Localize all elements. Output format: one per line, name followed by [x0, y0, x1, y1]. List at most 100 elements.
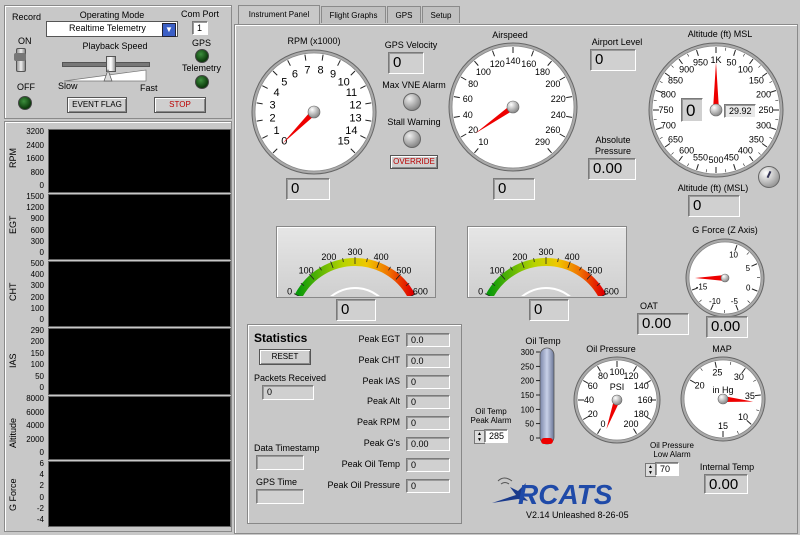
gauge-tick-label: 100 — [299, 265, 314, 275]
strip-tick-label: 0 — [39, 383, 44, 392]
strip-tick-label: 200 — [30, 337, 44, 347]
gauge-tick-label: 3 — [269, 99, 275, 111]
strip-name-label: EGT — [8, 215, 18, 234]
cht-value: 0 — [529, 299, 569, 321]
gauge-tick-label: 120 — [490, 59, 505, 69]
strip-tick-label: 0 — [39, 181, 44, 190]
reset-button[interactable]: RESET — [259, 349, 311, 365]
gauge-tick-label: 160 — [521, 59, 536, 69]
record-toggle-switch[interactable] — [14, 48, 26, 72]
gauge-tick-label: 8 — [318, 65, 324, 77]
gauge-tick-label: 11 — [346, 87, 357, 99]
gauge-tick-label: 10 — [729, 251, 738, 260]
com-port-value[interactable]: 1 — [192, 21, 208, 35]
oil-temp-title: Oil Temp — [525, 336, 561, 346]
gauge-tick-label: 290 — [535, 137, 550, 147]
peak-label: Peak Alt — [366, 396, 400, 407]
stall-warning-indicator — [403, 130, 421, 148]
peak-label: Peak IAS — [362, 375, 400, 386]
gauge-tick-label: 50 — [525, 420, 534, 429]
altitude-msl-label: Altitude (ft) (MSL) — [677, 183, 749, 193]
airspeed-title: Airspeed — [492, 30, 528, 40]
tab-gps[interactable]: GPS — [387, 6, 421, 23]
operating-mode-label: Operating Mode — [79, 10, 145, 20]
gauge-tick-label: 40 — [463, 110, 473, 120]
gps-time-value — [256, 489, 304, 504]
gauge-tick-label: 12 — [349, 99, 361, 111]
gauge-tick-label: 0 — [746, 283, 751, 292]
gauge-tick-label: 160 — [637, 395, 652, 405]
gauge-tick-label: 0 — [530, 434, 535, 443]
stop-button[interactable]: STOP — [154, 97, 206, 113]
baro-knob[interactable] — [758, 166, 780, 188]
tab-flight-graphs[interactable]: Flight Graphs — [321, 6, 386, 23]
gauge-tick-label: 9 — [330, 69, 336, 81]
oil-pressure-alarm-value[interactable]: 70 — [655, 462, 679, 476]
gauge-tick-label: 60 — [463, 94, 473, 104]
gauge-tick-label: 80 — [598, 371, 608, 381]
gauge-tick-label: 200 — [512, 252, 527, 262]
gauge-tick-label: 300 — [347, 247, 362, 257]
gauge-tick-label: 15 — [338, 136, 350, 148]
strip-tick-label: 3200 — [26, 127, 44, 136]
strip-tick-label: 1200 — [26, 203, 44, 213]
tab-instrument-panel[interactable]: Instrument Panel — [238, 5, 320, 24]
map-title: MAP — [712, 344, 732, 354]
chevron-down-icon[interactable]: ▼ — [162, 23, 176, 37]
record-off-label: OFF — [17, 82, 35, 92]
gauge-tick-label: 600 — [679, 145, 694, 155]
gauge-tick-label: 200 — [321, 252, 336, 262]
gauge-tick-label: 5 — [746, 264, 751, 273]
strip-tick-label: 300 — [30, 236, 44, 246]
brand-name: RCATS — [518, 479, 613, 510]
peak-value: 0 — [406, 395, 450, 410]
strip-tick-label: 800 — [30, 167, 44, 177]
gauge-tick-label: 1 — [274, 125, 280, 137]
gauge-tick-label: 200 — [756, 90, 771, 100]
playback-speed-slider[interactable] — [62, 52, 150, 82]
airport-level-label: Airport Level — [591, 37, 643, 47]
event-flag-button[interactable]: EVENT FLAG — [67, 97, 127, 113]
gauge-tick-label: 0 — [287, 286, 292, 296]
gauge-tick-label: 10 — [478, 137, 488, 147]
oil-temp-alarm-value[interactable]: 285 — [484, 429, 508, 443]
gauge-tick-label: 140 — [505, 56, 520, 66]
stall-warning-label: Stall Warning — [387, 117, 441, 127]
gauge-tick-label: 240 — [551, 110, 566, 120]
gauge-tick-label: 25 — [712, 368, 722, 378]
playback-speed-label: Playback Speed — [82, 41, 148, 51]
gauge-tick-label: 100 — [476, 67, 491, 77]
fast-label: Fast — [140, 83, 158, 93]
strip-tick-label: 1500 — [26, 192, 44, 201]
gauge-tick-label: 80 — [468, 79, 478, 89]
rcats-logo: RCATS — [492, 477, 613, 510]
gauge-tick-label: 4 — [274, 87, 280, 99]
strip-tick-label: 8000 — [26, 394, 44, 403]
gauge-tick-label: 750 — [658, 105, 673, 115]
gauge-tick-label: 120 — [623, 371, 638, 381]
tab-setup[interactable]: Setup — [422, 6, 460, 23]
gps-time-label: GPS Time — [256, 477, 298, 487]
record-led — [18, 96, 32, 110]
strip-chart-g-force — [48, 461, 231, 527]
abs-pressure-value: 0.00 — [588, 158, 636, 180]
strip-tick-label: 400 — [30, 270, 44, 280]
peak-label: Peak EGT — [358, 334, 400, 344]
strip-name-label: G Force — [8, 478, 18, 512]
gauge-tick-label: -5 — [731, 297, 739, 306]
gauge-tick-label: 900 — [679, 65, 694, 75]
egt-gauge: 0 100 200 300 400 500 600 — [287, 247, 428, 296]
gauge-tick-label: 0 — [600, 419, 605, 429]
cht-gauge: 0 100 200 300 400 500 600 — [478, 247, 619, 296]
override-button[interactable]: OVERRIDE — [390, 155, 438, 169]
strip-tick-label: 6000 — [26, 407, 44, 417]
gauge-tick-label: 100 — [738, 65, 753, 75]
operating-mode-select[interactable]: Realtime Telemetry ▼ — [46, 21, 178, 37]
gauge-tick-label: 7 — [304, 65, 310, 77]
gauge-tick-label: 800 — [661, 90, 676, 100]
oil-pressure-alarm-label-2: Low Alarm — [653, 450, 691, 459]
gauge-tick-label: -15 — [696, 283, 708, 292]
strip-chart-ias — [48, 328, 231, 395]
strip-chart-cht — [48, 261, 231, 327]
strip-tick-label: 100 — [30, 303, 44, 313]
